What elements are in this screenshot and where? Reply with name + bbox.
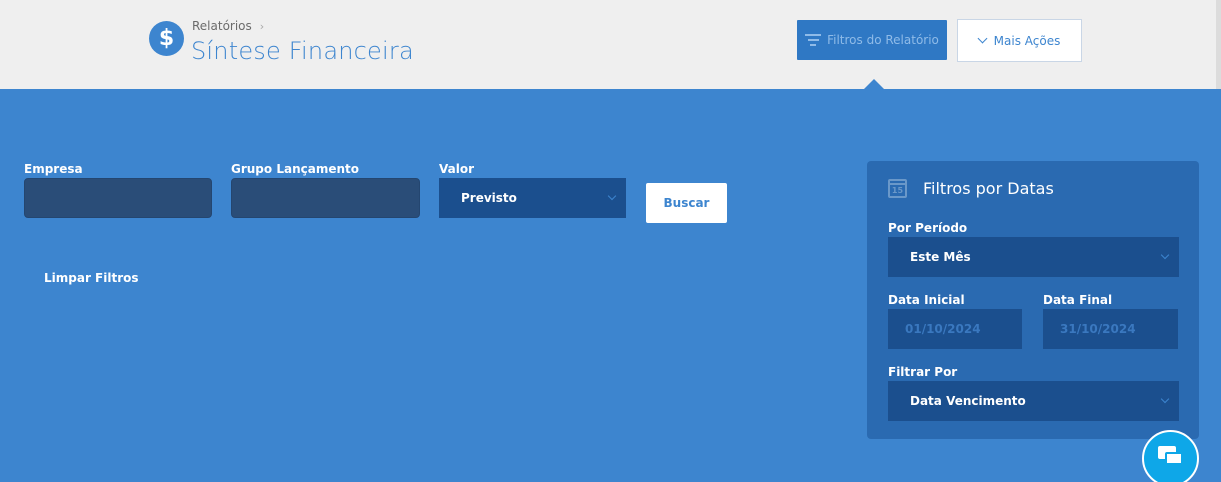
valor-select[interactable]: Previsto (439, 178, 626, 218)
clear-filters-link[interactable]: Limpar Filtros (44, 271, 139, 285)
valor-select-value: Previsto (461, 191, 517, 205)
header-scrollbar[interactable] (1216, 0, 1221, 89)
start-date-input[interactable]: 01/10/2024 (888, 309, 1022, 349)
chevron-down-icon (607, 191, 617, 201)
period-select-value: Este Mês (910, 250, 971, 264)
report-filters-button[interactable]: Filtros do Relatório (797, 20, 947, 60)
chat-button[interactable] (1142, 430, 1199, 482)
search-button[interactable]: Buscar (646, 183, 727, 223)
period-label: Por Período (888, 221, 968, 235)
grupo-lancamento-input[interactable] (231, 178, 420, 218)
report-filters-label: Filtros do Relatório (827, 33, 939, 47)
filter-by-select[interactable]: Data Vencimento (888, 381, 1179, 421)
chevron-down-icon (1160, 394, 1170, 404)
calendar-icon: 15 (888, 179, 907, 198)
start-date-label: Data Inicial (888, 293, 965, 307)
end-date-input[interactable]: 31/10/2024 (1043, 309, 1178, 349)
date-filters-title: Filtros por Datas (923, 179, 1054, 198)
more-actions-label: Mais Ações (993, 33, 1061, 48)
breadcrumb-link-relatorios[interactable]: Relatórios (192, 19, 252, 33)
filters-pointer (864, 79, 884, 89)
dollar-icon: $ (149, 21, 184, 56)
period-select[interactable]: Este Mês (888, 237, 1179, 277)
chevron-right-icon: › (259, 19, 265, 33)
grupo-lancamento-label: Grupo Lançamento (231, 162, 359, 176)
valor-label: Valor (439, 162, 475, 176)
chevron-down-icon (977, 33, 988, 44)
breadcrumb: Relatórios › (192, 19, 264, 33)
more-actions-button[interactable]: Mais Ações (957, 19, 1082, 62)
filter-by-select-value: Data Vencimento (910, 394, 1026, 408)
page-title: Síntese Financeira (191, 37, 414, 65)
chat-icon-secondary (1165, 452, 1183, 465)
empresa-label: Empresa (24, 162, 83, 176)
chevron-down-icon (1160, 250, 1170, 260)
end-date-label: Data Final (1043, 293, 1113, 307)
filter-icon (805, 34, 822, 46)
filter-by-label: Filtrar Por (888, 365, 958, 379)
empresa-input[interactable] (24, 178, 212, 218)
